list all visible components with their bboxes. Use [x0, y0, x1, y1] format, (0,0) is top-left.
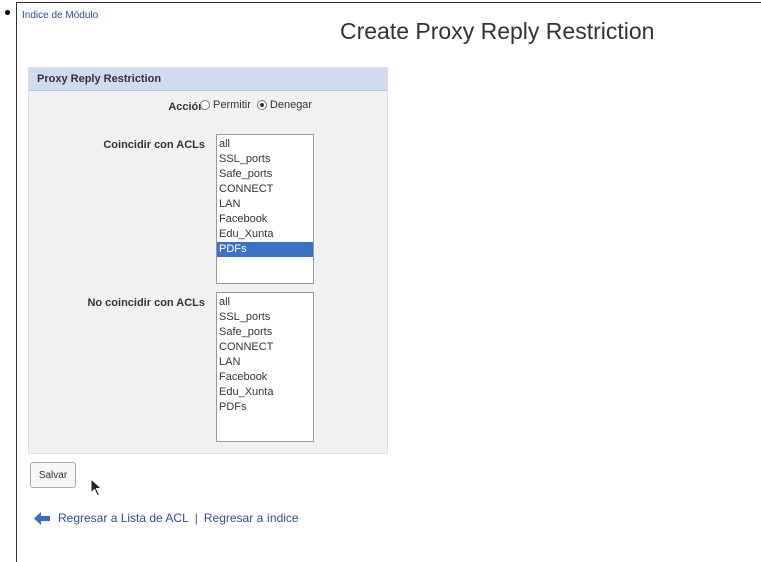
acl-option[interactable]: CONNECT: [217, 182, 313, 197]
back-to-acl-list-link[interactable]: Regresar a Lista de ACL: [58, 511, 189, 525]
save-button[interactable]: Salvar: [30, 462, 76, 488]
acl-option[interactable]: Safe_ports: [217, 325, 313, 340]
link-separator: |: [194, 511, 198, 525]
proxy-reply-restriction-form: Proxy Reply Restriction Acción Permitir …: [28, 67, 388, 454]
permit-radio-label[interactable]: Permitir: [213, 99, 251, 111]
action-radio-group: Permitir Denegar: [200, 99, 318, 111]
acl-option[interactable]: Facebook: [217, 212, 313, 227]
acl-option[interactable]: SSL_ports: [217, 310, 313, 325]
acl-option[interactable]: LAN: [217, 197, 313, 212]
acl-option[interactable]: Safe_ports: [217, 167, 313, 182]
deny-radio-label[interactable]: Denegar: [270, 99, 312, 111]
acl-option[interactable]: all: [217, 137, 313, 152]
acl-option[interactable]: LAN: [217, 355, 313, 370]
no-match-acls-listbox[interactable]: all SSL_ports Safe_ports CONNECT LAN Facebook…: [216, 292, 314, 442]
deny-radio[interactable]: [256, 100, 267, 110]
back-links: Regresar a Lista de ACL | Regresar a índ…: [34, 511, 299, 525]
acl-option[interactable]: PDFs: [217, 400, 313, 415]
acl-option[interactable]: CONNECT: [217, 340, 313, 355]
acl-option[interactable]: Edu_Xunta: [217, 385, 313, 400]
acl-option[interactable]: Facebook: [217, 370, 313, 385]
mouse-pointer-icon: [90, 478, 103, 497]
no-match-acls-label: No coincidir con ACLs: [87, 297, 205, 309]
acl-option[interactable]: Edu_Xunta: [217, 227, 313, 242]
match-acls-label: Coincidir con ACLs: [103, 139, 205, 151]
acl-option[interactable]: SSL_ports: [217, 152, 313, 167]
panel-title: Proxy Reply Restriction: [29, 68, 387, 91]
permit-radio[interactable]: [200, 100, 210, 110]
acl-option[interactable]: PDFs: [217, 242, 313, 257]
back-to-index-link[interactable]: Regresar a índice: [204, 511, 299, 525]
acl-option[interactable]: all: [217, 295, 313, 310]
bullet-icon: [5, 10, 10, 15]
back-arrow-icon[interactable]: [34, 511, 50, 525]
page-title: Create Proxy Reply Restriction: [340, 18, 655, 44]
module-index-link[interactable]: Indice de Módulo: [22, 10, 98, 21]
match-acls-listbox[interactable]: all SSL_ports Safe_ports CONNECT LAN Facebook…: [216, 134, 314, 284]
